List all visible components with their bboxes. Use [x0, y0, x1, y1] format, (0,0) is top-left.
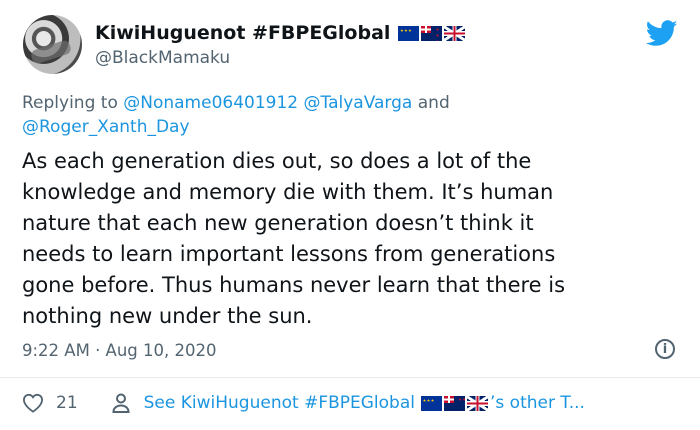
reply-and: and: [417, 93, 450, 113]
flag-group: [421, 395, 490, 411]
reply-mention-link[interactable]: @Roger_Xanth_Day: [22, 117, 190, 137]
see-other-suffix: ’s other T...: [490, 393, 585, 413]
info-icon[interactable]: i: [655, 339, 675, 359]
see-other-prefix: See KiwiHuguenot #FBPEGlobal: [143, 393, 415, 413]
flag-group: [398, 25, 467, 41]
divider: [0, 377, 700, 378]
user-handle[interactable]: @BlackMamaku: [95, 48, 230, 68]
uk-flag-icon: [467, 395, 488, 411]
heart-icon[interactable]: [22, 393, 44, 413]
reply-mention-link[interactable]: @TalyaVarga: [304, 93, 413, 113]
uk-flag-icon: [444, 25, 466, 41]
tweet-timestamp[interactable]: 9:22 AM · Aug 10, 2020: [22, 341, 217, 360]
like-count: 21: [56, 393, 78, 413]
nz-flag-icon: [444, 395, 465, 411]
tweet-actions: 21 See KiwiHuguenot #FBPEGlobal ’s other…: [22, 388, 585, 418]
reply-prefix: Replying to: [22, 93, 118, 113]
see-other-tweets-link[interactable]: See KiwiHuguenot #FBPEGlobal ’s other T.…: [144, 393, 585, 413]
avatar[interactable]: [23, 15, 82, 74]
tweet-text: As each generation dies out, so does a l…: [22, 149, 566, 328]
twitter-bird-icon[interactable]: [646, 20, 678, 47]
person-icon: [112, 393, 130, 413]
display-name[interactable]: KiwiHuguenot #FBPEGlobal: [95, 22, 390, 44]
eu-flag-icon: [398, 25, 420, 41]
author-row: KiwiHuguenot #FBPEGlobal: [95, 20, 467, 46]
eu-flag-icon: [421, 395, 442, 411]
reply-mention-link[interactable]: @Noname06401912: [123, 93, 298, 113]
reply-context: Replying to @Noname06401912 @TalyaVarga …: [22, 91, 662, 139]
nz-flag-icon: [421, 25, 443, 41]
